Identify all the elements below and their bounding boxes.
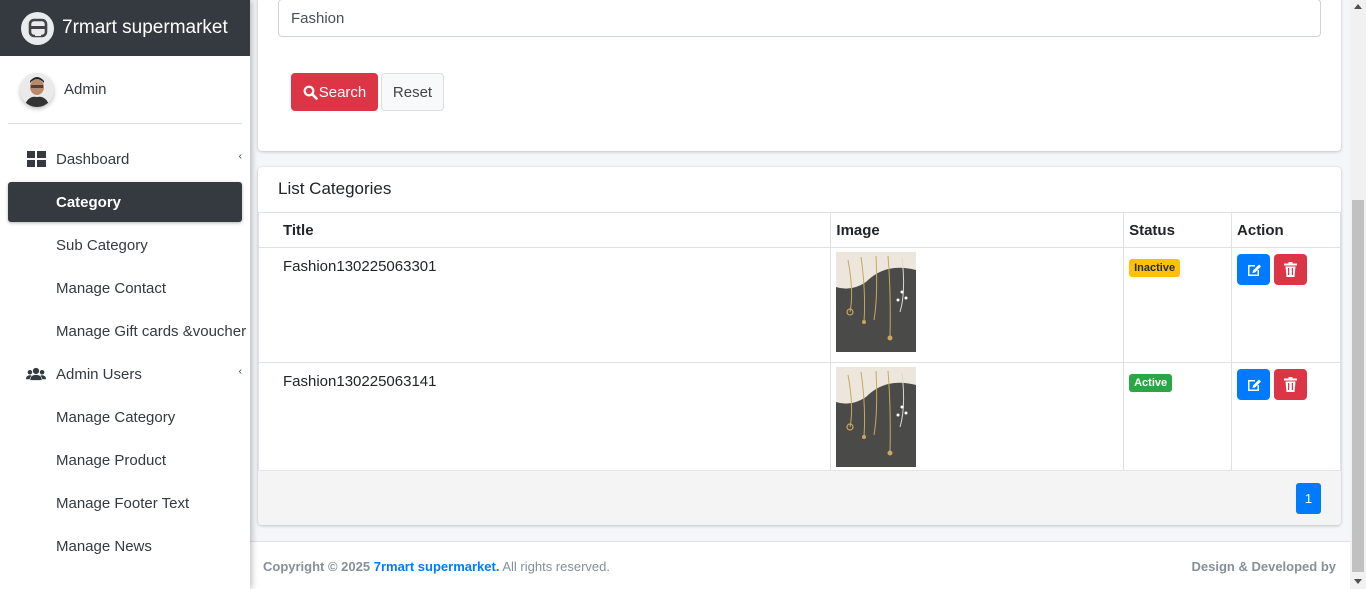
user-panel[interactable]: Admin (8, 56, 242, 124)
delete-button[interactable] (1274, 254, 1308, 285)
copyright-prefix: Copyright © 2025 (263, 559, 374, 574)
sidebar-item-gift-cards[interactable]: Manage Gift cards &voucher (8, 311, 246, 351)
sidebar-item-label: Manage Product (56, 451, 167, 469)
card-footer: 1 (258, 470, 1341, 525)
category-thumbnail (836, 252, 917, 352)
sidebar-item-manage-news[interactable]: Manage News (8, 526, 242, 566)
chevron-left-icon: ‹ (238, 366, 242, 377)
table-row: Fashion130225063301 Inactive (257, 247, 1341, 363)
dashboard-icon (26, 149, 46, 169)
edit-icon (1247, 264, 1261, 276)
pagination-page-1[interactable]: 1 (1296, 483, 1321, 514)
sidebar-item-sub-category[interactable]: Sub Category (8, 225, 242, 265)
status-badge: Active (1129, 374, 1173, 392)
table-header-row: Title Image Status Action (257, 212, 1341, 248)
sidebar-item-label: Manage Gift cards &voucher (56, 322, 247, 340)
column-header-title: Title (257, 212, 832, 248)
credit-text: Design & Developed by (1191, 559, 1336, 574)
copyright-text: Copyright © 2025 7rmart supermarket. All… (263, 559, 610, 574)
column-header-action: Action (1231, 212, 1341, 248)
trash-icon (1284, 377, 1298, 392)
sidebar-item-admin-users[interactable]: Admin Users ‹ (8, 354, 242, 394)
column-header-status: Status (1123, 212, 1233, 248)
row-image-cell (830, 247, 1125, 363)
sidebar-item-label: Dashboard (56, 150, 130, 168)
edit-button[interactable] (1237, 369, 1271, 400)
search-card: Search Reset (258, 0, 1341, 151)
avatar (20, 72, 54, 107)
table-row: Fashion130225063141 Active (257, 362, 1341, 478)
sidebar-item-category[interactable]: Category (8, 182, 242, 222)
scroll-thumb[interactable] (1352, 200, 1364, 572)
sidebar-item-manage-contact[interactable]: Manage Contact (8, 268, 242, 308)
chevron-left-icon: ‹ (238, 151, 242, 162)
search-button-label: Search (318, 83, 367, 101)
row-action-cell (1231, 247, 1341, 363)
row-image-cell (830, 362, 1125, 478)
reset-button[interactable]: Reset (381, 73, 444, 111)
sidebar-item-dashboard[interactable]: Dashboard ‹ (8, 139, 242, 179)
sidebar-item-manage-category[interactable]: Manage Category (8, 397, 242, 437)
row-title: Fashion130225063141 (257, 362, 832, 478)
sidebar-item-label: Sub Category (56, 236, 148, 254)
sidebar-item-label: Category (56, 193, 122, 211)
sidebar-item-label: Manage News (56, 537, 152, 555)
rights-text: All rights reserved. (499, 559, 610, 574)
main-content: Search Reset List Categories Title Image… (250, 0, 1350, 589)
sidebar: 7rmart supermarket Admin Dashboard ‹ Cat… (0, 0, 250, 589)
sidebar-item-label: Manage Contact (56, 279, 167, 297)
site-link[interactable]: 7rmart supermarket. (374, 559, 500, 574)
sidebar-item-label: Manage Footer Text (56, 494, 190, 512)
page-footer: Copyright © 2025 7rmart supermarket. All… (250, 541, 1350, 589)
user-name: Admin (64, 81, 107, 98)
scroll-down-icon[interactable] (1354, 579, 1362, 584)
search-button[interactable]: Search (291, 73, 378, 111)
brand-logo-icon (21, 11, 54, 45)
row-status-cell: Inactive (1123, 247, 1233, 363)
search-input[interactable] (278, 0, 1321, 37)
sidebar-nav: Dashboard ‹ Category Sub Category Manage… (0, 139, 250, 566)
trash-icon (1284, 262, 1298, 277)
users-icon (26, 364, 46, 384)
row-title: Fashion130225063301 (257, 247, 832, 363)
row-status-cell: Active (1123, 362, 1233, 478)
sidebar-item-label: Manage Category (56, 408, 176, 426)
edit-icon (1247, 379, 1261, 391)
delete-button[interactable] (1274, 369, 1308, 400)
brand-link[interactable]: 7rmart supermarket (0, 0, 250, 56)
card-title: List Categories (278, 179, 392, 198)
scroll-up-icon[interactable] (1354, 4, 1362, 9)
vertical-scrollbar[interactable] (1350, 0, 1366, 589)
categories-table: Title Image Status Action Fashion1302250… (257, 212, 1341, 478)
sidebar-item-manage-footer-text[interactable]: Manage Footer Text (8, 483, 242, 523)
column-header-image: Image (830, 212, 1125, 248)
edit-button[interactable] (1237, 254, 1271, 285)
status-badge: Inactive (1129, 259, 1181, 277)
list-card: List Categories Title Image Status Actio… (257, 167, 1341, 525)
brand-title: 7rmart supermarket (62, 17, 228, 38)
sidebar-item-label: Admin Users (56, 365, 142, 383)
row-action-cell (1231, 362, 1341, 478)
category-thumbnail (836, 367, 917, 467)
sidebar-item-manage-product[interactable]: Manage Product (8, 440, 242, 480)
search-icon (303, 85, 318, 100)
